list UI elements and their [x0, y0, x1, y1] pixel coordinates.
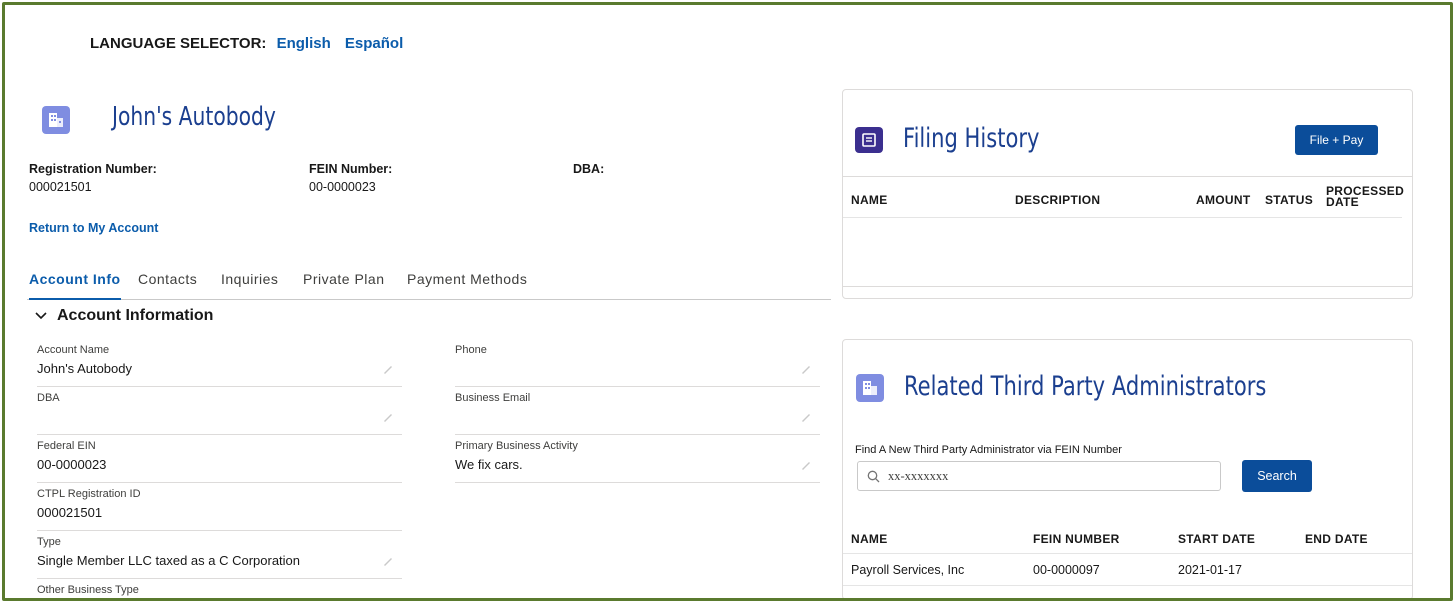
- fein-number-block: FEIN Number: 00-0000023: [309, 162, 392, 194]
- account-title: John's Autobody: [112, 102, 276, 132]
- pencil-icon[interactable]: [800, 411, 812, 423]
- field-value: 000021501: [37, 505, 103, 520]
- cell-start-date: 2021-01-17: [1178, 563, 1242, 577]
- field-label: Other Business Type: [37, 584, 139, 596]
- field-label: Business Email: [455, 392, 531, 404]
- field-label: Type: [37, 536, 61, 548]
- field-business-email: Business Email: [455, 387, 820, 435]
- fein-number-label: FEIN Number:: [309, 162, 393, 176]
- cell-fein: 00-0000097: [1033, 563, 1100, 577]
- pencil-icon[interactable]: [382, 411, 394, 423]
- tab-account-info[interactable]: Account Info: [29, 271, 121, 300]
- field-label: CTPL Registration ID: [37, 488, 141, 500]
- column-header-fein-number[interactable]: FEIN NUMBER: [1033, 532, 1120, 546]
- tab-payment-methods[interactable]: Payment Methods: [407, 271, 527, 287]
- column-header-amount[interactable]: AMOUNT: [1196, 193, 1250, 207]
- field-ctpl-registration-id: CTPL Registration ID 000021501: [37, 483, 402, 531]
- receipt-icon: [855, 127, 883, 153]
- field-value: 00-0000023: [37, 457, 107, 472]
- section-title: Account Information: [57, 307, 214, 324]
- cell-name: Payroll Services, Inc: [851, 563, 965, 577]
- search-placeholder: xx-xxxxxxx: [888, 469, 949, 483]
- tab-inquiries[interactable]: Inquiries: [221, 271, 278, 287]
- pencil-icon[interactable]: [382, 555, 394, 567]
- page-frame: LANGUAGE SELECTOR: English Español John'…: [2, 2, 1453, 601]
- field-value: Single Member LLC taxed as a C Corporati…: [37, 553, 301, 568]
- field-label: Federal EIN: [37, 440, 96, 452]
- fein-number-value: 00-0000023: [309, 180, 376, 194]
- third-party-title: Related Third Party Administrators: [904, 371, 1267, 402]
- language-selector: LANGUAGE SELECTOR: English Español: [90, 35, 413, 52]
- column-header-end-date[interactable]: END DATE: [1305, 532, 1368, 546]
- building-icon: [856, 374, 884, 402]
- fein-search-input[interactable]: xx-xxxxxxx: [857, 461, 1221, 491]
- search-button[interactable]: Search: [1242, 460, 1312, 492]
- column-header-name[interactable]: NAME: [851, 532, 888, 546]
- column-header-processed-date[interactable]: PROCESSED DATE: [1326, 185, 1404, 209]
- column-header-name[interactable]: NAME: [851, 193, 888, 207]
- tab-contacts[interactable]: Contacts: [138, 271, 197, 287]
- filing-history-title: Filing History: [903, 123, 1040, 154]
- divider: [843, 176, 1412, 177]
- registration-number-value: 000021501: [29, 180, 92, 194]
- field-primary-business-activity: Primary Business Activity We fix cars.: [455, 435, 820, 483]
- dba-block: DBA:: [573, 162, 604, 176]
- field-label: Account Name: [37, 344, 110, 356]
- return-to-account-link[interactable]: Return to My Account: [29, 221, 158, 235]
- language-english-link[interactable]: English: [277, 35, 331, 52]
- field-federal-ein: Federal EIN 00-0000023: [37, 435, 402, 483]
- pencil-icon[interactable]: [800, 363, 812, 375]
- pencil-icon[interactable]: [382, 363, 394, 375]
- filing-history-card: Filing History File + Pay NAME DESCRIPTI…: [842, 89, 1413, 299]
- chevron-down-icon: [35, 307, 49, 325]
- field-label: Phone: [455, 344, 487, 356]
- search-label: Find A New Third Party Administrator via…: [855, 444, 1122, 456]
- registration-number-label: Registration Number:: [29, 162, 157, 176]
- column-header-date: DATE: [1326, 195, 1359, 209]
- account-information-toggle[interactable]: Account Information: [35, 307, 213, 325]
- account-tabs: Account Info Contacts Inquiries Private …: [27, 269, 831, 300]
- field-other-business-type: Other Business Type: [37, 579, 402, 598]
- divider: [843, 585, 1412, 586]
- table-row[interactable]: Payroll Services, Inc 00-0000097 2021-01…: [843, 554, 1412, 584]
- tab-private-plan[interactable]: Private Plan: [303, 271, 384, 287]
- column-header-start-date[interactable]: START DATE: [1178, 532, 1255, 546]
- field-account-name: Account Name John's Autobody: [37, 339, 402, 387]
- search-icon: [867, 470, 880, 483]
- divider: [843, 286, 1412, 287]
- divider: [843, 217, 1402, 218]
- field-phone: Phone: [455, 339, 820, 387]
- field-value: We fix cars.: [455, 457, 523, 472]
- column-header-status[interactable]: STATUS: [1265, 193, 1313, 207]
- field-label: Primary Business Activity: [455, 440, 578, 452]
- language-espanol-link[interactable]: Español: [345, 35, 403, 52]
- column-header-description[interactable]: DESCRIPTION: [1015, 193, 1100, 207]
- file-pay-button[interactable]: File + Pay: [1295, 125, 1378, 155]
- field-dba: DBA: [37, 387, 402, 435]
- pencil-icon[interactable]: [800, 459, 812, 471]
- registration-number-block: Registration Number: 000021501: [29, 162, 157, 194]
- building-icon: [42, 106, 70, 134]
- dba-label: DBA:: [573, 162, 605, 176]
- field-type: Type Single Member LLC taxed as a C Corp…: [37, 531, 402, 579]
- field-label: DBA: [37, 392, 60, 404]
- language-selector-label: LANGUAGE SELECTOR:: [90, 35, 267, 52]
- field-value: John's Autobody: [37, 361, 132, 376]
